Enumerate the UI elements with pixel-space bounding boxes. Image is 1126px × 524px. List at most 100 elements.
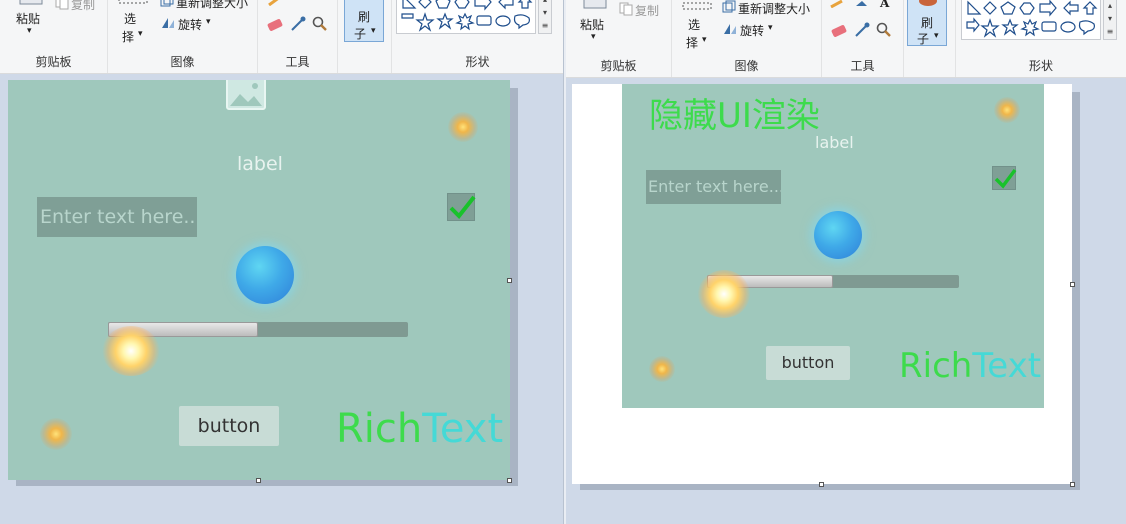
clipboard-group: 粘贴 ▾ 复制 剪贴板	[566, 0, 672, 77]
rotate-dropdown-icon[interactable]: ▾	[206, 17, 211, 27]
paste-icon[interactable]	[18, 0, 44, 6]
label-text: label	[237, 153, 283, 175]
paste-icon[interactable]	[582, 0, 608, 10]
tools-group: 工具	[258, 0, 338, 73]
rotate-icon[interactable]	[722, 22, 738, 36]
rich-text: RichText	[336, 406, 503, 452]
game-button[interactable]: button	[179, 406, 279, 446]
select-dropdown-icon[interactable]: ▾	[702, 35, 707, 45]
glow-particle	[994, 97, 1020, 123]
select-button-bottom[interactable]: 择	[686, 34, 698, 51]
resize-button[interactable]: 重新调整大小	[176, 0, 248, 11]
tools-group-label: 工具	[850, 59, 875, 73]
resize-handle-right[interactable]	[507, 278, 512, 283]
text-input[interactable]: Enter text here...	[37, 197, 197, 237]
color-picker-icon[interactable]	[854, 22, 870, 38]
image-group: 选 择 ▾ 重新调整大小 旋转 ▾ 图像	[108, 0, 258, 73]
ribbon-right: 粘贴 ▾ 复制 剪贴板 选 择 ▾ 重新调整大小 旋转 ▾ 图像 A 工具 刷 …	[566, 0, 1126, 78]
select-dropdown-icon[interactable]: ▾	[138, 29, 143, 39]
color-picker-icon[interactable]	[290, 16, 306, 32]
shapes-scroll[interactable]: ▴▾≡	[538, 0, 552, 34]
eraser-icon[interactable]	[830, 24, 848, 38]
copy-button[interactable]: 复制	[635, 2, 659, 19]
shapes-group: ▴▾≡ 形状	[956, 0, 1126, 77]
checkmark-icon	[994, 168, 1017, 189]
brush-button[interactable]: 刷 子 ▾	[907, 0, 947, 46]
resize-handle-corner[interactable]	[1070, 482, 1075, 487]
image-group: 选 择 ▾ 重新调整大小 旋转 ▾ 图像	[672, 0, 822, 77]
rich-text-part-a: Rich	[336, 406, 423, 452]
paste-button[interactable]: 粘贴	[580, 16, 604, 33]
checkbox[interactable]	[992, 166, 1017, 190]
glow-particle	[448, 112, 478, 142]
rich-text-part-b: Text	[972, 346, 1042, 386]
sparkle-effect	[698, 270, 750, 318]
checkbox[interactable]	[447, 193, 476, 221]
paste-button[interactable]: 粘贴	[16, 10, 40, 27]
shapes-group: ▴▾≡ 形状	[392, 0, 563, 73]
resize-handle-right[interactable]	[1070, 282, 1075, 287]
blue-orb	[814, 211, 862, 259]
select-icon[interactable]	[118, 0, 148, 4]
select-icon[interactable]	[682, 2, 712, 10]
brush-dropdown-icon: ▾	[934, 31, 939, 41]
shapes-scroll[interactable]: ▴▾≡	[1103, 0, 1117, 40]
checkmark-icon	[449, 195, 476, 220]
clipboard-group: 粘贴 ▾ 复制 剪贴板	[0, 0, 108, 73]
brush-button[interactable]: 刷 子 ▾	[344, 0, 384, 42]
resize-icon[interactable]	[722, 0, 736, 14]
brush-group: 刷 子 ▾	[338, 0, 392, 73]
brush-icon	[355, 0, 375, 1]
blue-orb	[236, 246, 294, 304]
shapes-gallery[interactable]	[396, 0, 536, 34]
tools-group: A 工具	[822, 0, 904, 77]
text-icon[interactable]: A	[880, 0, 889, 10]
glow-particle	[649, 356, 675, 382]
resize-handle-corner[interactable]	[507, 478, 512, 483]
pencil-icon[interactable]	[830, 0, 844, 8]
brush-label-bottom: 子	[354, 27, 367, 41]
copy-button[interactable]: 复制	[71, 0, 95, 13]
pencil-icon[interactable]	[268, 0, 282, 6]
fill-icon[interactable]	[854, 0, 868, 8]
image-group-label: 图像	[170, 55, 195, 69]
image-icon	[226, 80, 266, 110]
rotate-button[interactable]: 旋转	[740, 22, 764, 39]
shapes-group-label: 形状	[465, 55, 490, 69]
rotate-button[interactable]: 旋转	[178, 16, 202, 33]
game-canvas-left[interactable]: label Enter text here... button RichText	[8, 80, 510, 480]
rotate-dropdown-icon[interactable]: ▾	[768, 23, 773, 33]
ribbon-left: 粘贴 ▾ 复制 剪贴板 选 择 ▾ 重新调整大小 旋转 ▾ 图像 工具 刷 子 …	[0, 0, 563, 74]
magnifier-icon[interactable]	[876, 22, 892, 38]
resize-handle-bottom[interactable]	[819, 482, 824, 487]
game-canvas-right[interactable]: 隐藏UI渲染 label Enter text here... button R…	[622, 84, 1044, 408]
brush-label-bottom: 子	[917, 32, 930, 46]
copy-icon[interactable]	[619, 2, 633, 16]
text-input[interactable]: Enter text here...	[646, 170, 781, 204]
eraser-icon[interactable]	[266, 18, 284, 32]
rich-text-part-b: Text	[422, 406, 504, 452]
game-button[interactable]: button	[766, 346, 850, 380]
select-button-bottom[interactable]: 择	[122, 28, 134, 45]
paint-window-left: 粘贴 ▾ 复制 剪贴板 选 择 ▾ 重新调整大小 旋转 ▾ 图像 工具 刷 子 …	[0, 0, 563, 524]
tools-group-label: 工具	[285, 55, 310, 69]
select-button[interactable]: 选	[124, 10, 136, 27]
rich-text-part-a: Rich	[899, 346, 973, 386]
brush-icon	[919, 0, 937, 6]
rotate-icon[interactable]	[160, 16, 176, 30]
glow-particle	[40, 418, 72, 450]
shapes-gallery[interactable]	[961, 0, 1101, 40]
paste-dropdown-icon[interactable]: ▾	[591, 32, 596, 42]
brush-dropdown-icon: ▾	[371, 26, 376, 36]
magnifier-icon[interactable]	[312, 16, 328, 32]
shapes-gallery-icon	[966, 0, 1098, 38]
resize-button[interactable]: 重新调整大小	[738, 0, 810, 17]
label-text: label	[815, 133, 854, 152]
brush-group: 刷 子 ▾	[904, 0, 956, 77]
copy-icon[interactable]	[55, 0, 69, 10]
resize-icon[interactable]	[160, 0, 174, 8]
paste-dropdown-icon[interactable]: ▾	[27, 26, 32, 36]
select-button[interactable]: 选	[688, 16, 700, 33]
hidden-ui-title: 隐藏UI渲染	[649, 96, 820, 136]
resize-handle-bottom[interactable]	[256, 478, 261, 483]
